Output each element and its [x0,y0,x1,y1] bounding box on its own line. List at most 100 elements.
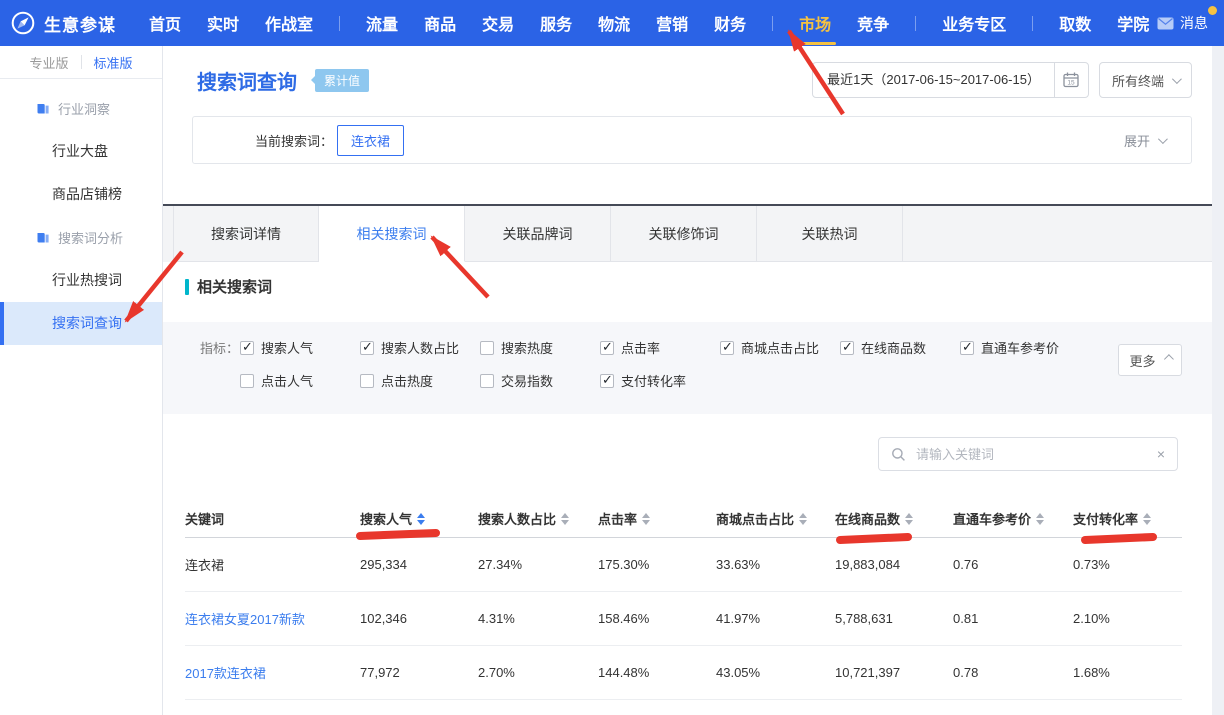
checkbox-checked-icon[interactable] [840,341,854,355]
nav-item-home[interactable]: 首页 [149,11,181,35]
tab-related-search-words[interactable]: 相关搜索词 [319,206,465,262]
sort-icon[interactable] [1143,513,1151,525]
nav-item-competition[interactable]: 竞争 [857,11,889,35]
cell-pay-conversion-rate: 2.10% [1073,611,1182,626]
sidebar-item-product-shop-rank[interactable]: 商品店铺榜 [0,173,162,216]
nav-item-product[interactable]: 商品 [424,11,456,35]
nav-item-logistics[interactable]: 物流 [598,11,630,35]
nav-item-finance[interactable]: 财务 [714,11,746,35]
column-header-click-rate[interactable]: 点击率 [598,509,716,528]
metric-checkbox-search-people-ratio[interactable]: 搜索人数占比 [360,338,480,357]
sort-desc-icon [1036,520,1044,525]
checkbox-checked-icon[interactable] [240,341,254,355]
date-range-picker[interactable]: 最近1天（2017-06-15~2017-06-15） 15 [812,62,1089,98]
metric-checkbox-search-popularity[interactable]: 搜索人气 [240,338,360,357]
table-row: 连衣裙女夏2017新款102,3464.31%158.46%41.97%5,78… [185,592,1182,646]
checkbox-unchecked-icon[interactable] [360,374,374,388]
keyword-cell[interactable]: 2017款连衣裙 [185,663,360,682]
expand-label: 展开 [1124,131,1150,150]
cell-mall-click-ratio: 33.63% [716,557,835,572]
column-header-search-people-ratio[interactable]: 搜索人数占比 [478,509,598,528]
notification-dot [1208,6,1217,15]
checkbox-checked-icon[interactable] [600,341,614,355]
sort-desc-icon [642,520,650,525]
tabs-filler [903,206,1212,262]
tab-related-modifier-words[interactable]: 关联修饰词 [611,206,757,262]
book-icon [36,102,50,116]
checkbox-checked-icon[interactable] [360,341,374,355]
nav-item-traffic[interactable]: 流量 [366,11,398,35]
column-label: 直通车参考价 [953,509,1031,528]
sidebar-item-search-word-query[interactable]: 搜索词查询 [0,302,162,345]
current-keyword-card: 当前搜索词： 连衣裙 展开 [192,116,1192,164]
sort-icon[interactable] [561,513,569,525]
terminal-select[interactable]: 所有终端 [1099,62,1192,98]
metric-label: 交易指数 [501,371,553,390]
sort-asc-icon [1143,513,1151,518]
keyword-cell[interactable]: 连衣裙女夏2017新款 [185,609,360,628]
metric-checkbox-click-rate[interactable]: 点击率 [600,338,720,357]
expand-toggle[interactable]: 展开 [1124,131,1165,150]
nav-item-market[interactable]: 市场 [799,11,831,35]
nav-item-war-room[interactable]: 作战室 [265,11,313,35]
clear-icon[interactable] [1157,447,1165,461]
sort-icon[interactable] [417,513,425,525]
sort-icon[interactable] [642,513,650,525]
metric-checkbox-mall-click-ratio[interactable]: 商城点击占比 [720,338,840,357]
checkbox-checked-icon[interactable] [960,341,974,355]
nav-item-academy[interactable]: 学院 [1117,11,1149,35]
more-button[interactable]: 更多 [1118,344,1182,376]
column-header-mall-click-ratio[interactable]: 商城点击占比 [716,509,835,528]
cell-search-popularity: 295,334 [360,557,478,572]
cell-search-popularity: 102,346 [360,611,478,626]
sidebar-group-search-word-analysis[interactable]: 搜索词分析 [0,216,162,259]
nav-item-data-extract[interactable]: 取数 [1059,11,1091,35]
sort-icon[interactable] [1036,513,1044,525]
sort-icon[interactable] [799,513,807,525]
current-keyword-tag[interactable]: 连衣裙 [337,125,404,156]
tab-related-brand-words[interactable]: 关联品牌词 [465,206,611,262]
metric-label: 支付转化率 [621,371,686,390]
search-input[interactable] [914,446,1149,463]
checkbox-unchecked-icon[interactable] [240,374,254,388]
metric-label: 点击率 [621,338,660,357]
app-logo[interactable]: 生意参谋 [10,10,116,36]
nav-item-service[interactable]: 服务 [540,11,572,35]
header-controls: 最近1天（2017-06-15~2017-06-15） 15 [812,62,1192,98]
nav-divider [339,16,340,31]
checkbox-unchecked-icon[interactable] [480,341,494,355]
sidebar-item-industry-hot-words[interactable]: 行业热搜词 [0,259,162,302]
metric-checkbox-trade-index[interactable]: 交易指数 [480,371,600,390]
nav-messages[interactable]: 消息 [1157,13,1208,33]
nav-item-realtime[interactable]: 实时 [207,11,239,35]
column-header-pay-conversion-rate[interactable]: 支付转化率 [1073,509,1182,528]
calendar-icon[interactable]: 15 [1054,63,1088,97]
metric-checkbox-click-popularity[interactable]: 点击人气 [240,371,360,390]
metric-label: 直通车参考价 [981,338,1059,357]
sort-desc-icon [561,520,569,525]
version-tab-standard[interactable]: 标准版 [94,53,133,72]
sidebar-item-industry-dashboard[interactable]: 行业大盘 [0,130,162,173]
metric-checkbox-ztc-reference-price[interactable]: 直通车参考价 [960,338,1080,357]
nav-item-trade[interactable]: 交易 [482,11,514,35]
checkbox-checked-icon[interactable] [600,374,614,388]
sort-icon[interactable] [905,513,913,525]
sidebar-group-industry-insight[interactable]: 行业洞察 [0,87,162,130]
column-header-ztc-reference-price[interactable]: 直通车参考价 [953,509,1073,528]
nav-item-marketing[interactable]: 营销 [656,11,688,35]
tab-search-word-detail[interactable]: 搜索词详情 [173,206,319,262]
cell-search-people-ratio: 2.70% [478,665,598,680]
tab-related-hot-words[interactable]: 关联热词 [757,206,903,262]
nav-item-business-zone[interactable]: 业务专区 [942,11,1006,35]
cell-ztc-reference-price: 0.81 [953,611,1073,626]
metric-checkbox-click-heat[interactable]: 点击热度 [360,371,480,390]
metric-checkbox-search-heat[interactable]: 搜索热度 [480,338,600,357]
column-header-search-popularity[interactable]: 搜索人气 [360,509,478,528]
metric-label: 商城点击占比 [741,338,819,357]
metric-checkbox-pay-conversion-rate[interactable]: 支付转化率 [600,371,720,390]
metric-checkbox-online-products[interactable]: 在线商品数 [840,338,960,357]
checkbox-unchecked-icon[interactable] [480,374,494,388]
version-tab-professional[interactable]: 专业版 [29,53,68,72]
checkbox-checked-icon[interactable] [720,341,734,355]
column-header-online-products[interactable]: 在线商品数 [835,509,953,528]
